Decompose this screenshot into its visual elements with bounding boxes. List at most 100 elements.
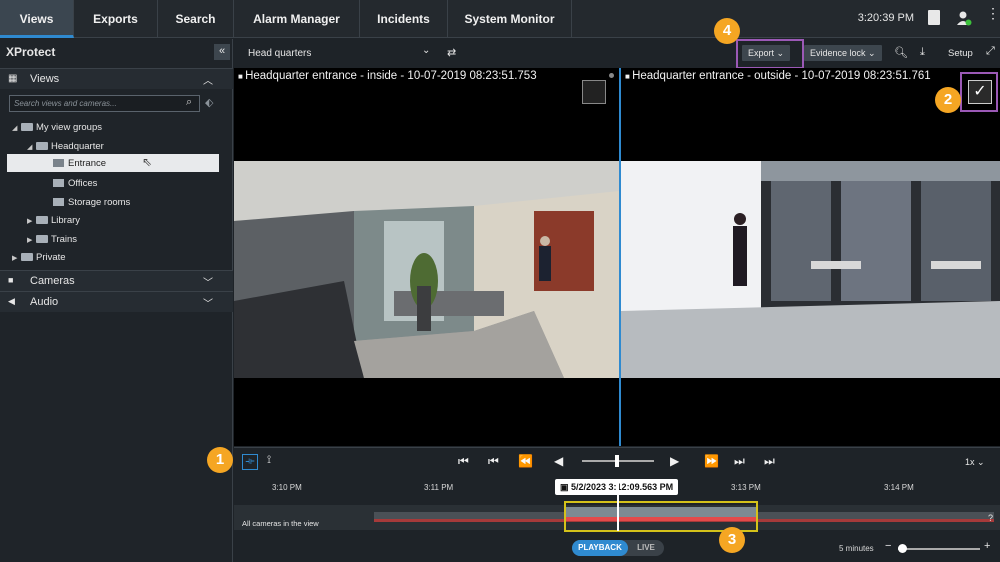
chevron-up-icon: ︿ [203,76,213,87]
chevron-down-icon: ﹀ [203,299,213,310]
folder-icon [21,253,33,262]
help-icon[interactable]: ? [988,513,993,523]
search-views-input[interactable]: Search views and cameras... ⌕ [9,95,200,112]
next-frame-icon[interactable]: ⏩ [704,454,719,468]
zoom-out-icon[interactable]: − [885,540,891,552]
chevron-down-icon: ⌄ [776,48,785,58]
callout-4: 4 [714,18,740,44]
swap-view-icon[interactable]: ⇄ [447,46,456,59]
track-label: All cameras in the view [242,519,319,528]
notification-icon[interactable] [928,10,940,25]
tab-alarm-manager[interactable]: Alarm Manager [234,0,360,38]
download-icon[interactable]: ⤓ [920,46,925,59]
chevron-down-icon: ⌄ [977,457,985,467]
next-sequence-icon[interactable]: ⏭ [734,454,745,469]
fullscreen-icon[interactable]: ⤢ [986,45,995,58]
speed-slider-handle[interactable] [615,455,619,467]
mouse-cursor-icon: ⇖ [142,155,153,169]
set-start-end-icon[interactable]: ⟟ [267,454,271,467]
previous-frame-icon[interactable]: ⏪ [518,454,533,468]
callout-2: 2 [935,87,961,113]
speed-slider[interactable] [582,455,654,467]
views-label: Views [30,73,60,85]
camera-title-inside: ■ Headquarter entrance - inside - 10-07-… [238,70,537,82]
tree-my-view-groups[interactable]: ◢ My view groups [12,122,102,133]
evidence-lock-button[interactable]: Evidence lock ⌄ [804,45,882,61]
play-forward-icon[interactable]: ▶ [670,454,679,468]
playhead[interactable] [617,481,619,531]
caret-collapsed-icon[interactable]: ▶ [27,236,36,244]
audio-section-header[interactable]: ◀ Audio ﹀ [0,291,233,312]
time-tick: 3:14 PM [884,483,914,492]
zoom-slider-handle[interactable] [898,544,907,553]
zoom-slider[interactable] [898,544,980,553]
zoom-in-icon[interactable]: + [984,540,990,552]
clock: 3:20:39 PM [857,12,914,24]
cameras-section-header[interactable]: ■ Cameras ﹀ [0,270,233,291]
tree-headquarter[interactable]: ◢ Headquarter [27,141,104,152]
view-layout-icon [53,198,64,207]
tab-incidents[interactable]: Incidents [360,0,448,38]
select-camera-checkbox-checked[interactable]: ✓ [968,80,992,104]
tab-search[interactable]: Search [158,0,234,38]
status-dot [609,73,614,78]
caret-collapsed-icon[interactable]: ▶ [12,254,21,262]
skip-to-start-icon[interactable]: ⏮ [458,454,469,469]
tab-views[interactable]: Views [0,0,74,38]
previous-sequence-icon[interactable]: ⏮ [488,454,499,469]
camera-tile-inside[interactable]: ■ Headquarter entrance - inside - 10-07-… [234,68,619,446]
search-icon[interactable]: ⌕ [186,96,192,109]
playback-mode-button[interactable]: PLAYBACK [572,540,628,556]
app-title: XProtect [6,45,56,59]
collapse-sidebar-button[interactable]: « [214,44,230,60]
caret-expanded-icon[interactable]: ◢ [12,124,21,132]
tree-library[interactable]: ▶ Library [27,215,80,226]
camera-icon: ■ [238,72,246,81]
chevron-down-icon: ⌄ [868,48,876,58]
timeline-track[interactable]: All cameras in the view ? [234,481,1000,532]
callout-3: 3 [719,527,745,553]
search-placeholder: Search views and cameras... [14,99,117,108]
playback-panel: ⟛ ⟟ ⏮ ⏮ ⏪ ◀ ▶ ⏩ ⏭ ⏭ 1x ⌄ 3:10 PM 3:11 PM… [234,447,1000,562]
chevron-down-icon[interactable]: ⌄ [422,45,430,56]
setup-button[interactable]: Setup [948,48,973,59]
select-camera-checkbox[interactable] [582,80,606,104]
camera-feed-outside [621,161,1000,378]
tree-trains[interactable]: ▶ Trains [27,234,77,245]
user-icon[interactable] [956,10,972,31]
magnify-document-icon[interactable]: 🔍︎ [894,46,908,59]
tag-icon[interactable]: ⬖ [205,96,213,109]
view-layout-icon [53,179,64,188]
tree-private[interactable]: ▶ Private [12,252,66,263]
audio-label: Audio [30,296,59,308]
camera-feed-inside [234,161,619,378]
tab-exports[interactable]: Exports [74,0,158,38]
time-tick: 3:10 PM [272,483,302,492]
tree-storage-rooms[interactable]: Storage rooms [53,197,130,208]
view-toolbar: Head quarters ⌄ ⇄ Export ⌄ Evidence lock… [234,39,1000,69]
folder-icon [36,142,48,151]
select-timespan-icon[interactable]: ⟛ [242,454,258,470]
caret-expanded-icon[interactable]: ◢ [27,143,36,151]
view-select[interactable]: Head quarters [248,48,311,59]
camera-title-outside: ■ Headquarter entrance - outside - 10-07… [625,70,931,82]
camera-icon: ■ [625,72,633,81]
more-menu-icon[interactable]: ⋮ [986,6,1000,20]
tree-entrance-selected[interactable]: Entrance ⇖ [7,154,219,172]
mode-toggle[interactable]: PLAYBACK LIVE [572,540,664,556]
tree-offices[interactable]: Offices [53,178,97,189]
views-section-header[interactable]: ▦ Views ︿ [0,68,233,89]
zoom-label: 5 minutes [839,544,874,553]
tab-system-monitor[interactable]: System Monitor [448,0,572,38]
live-mode-button[interactable]: LIVE [632,540,660,556]
export-button[interactable]: Export ⌄ [742,45,791,61]
camera-icon: ■ [8,275,14,285]
cameras-label: Cameras [30,275,75,287]
speaker-icon: ◀ [8,296,15,306]
play-reverse-icon[interactable]: ◀ [554,454,563,468]
speed-select[interactable]: 1x ⌄ [965,457,985,468]
camera-tile-outside[interactable]: ■ Headquarter entrance - outside - 10-07… [621,68,1000,446]
caret-collapsed-icon[interactable]: ▶ [27,217,36,225]
top-navigation: Views Exports Search Alarm Manager Incid… [0,0,1000,38]
skip-to-end-icon[interactable]: ⏭ [764,454,775,469]
